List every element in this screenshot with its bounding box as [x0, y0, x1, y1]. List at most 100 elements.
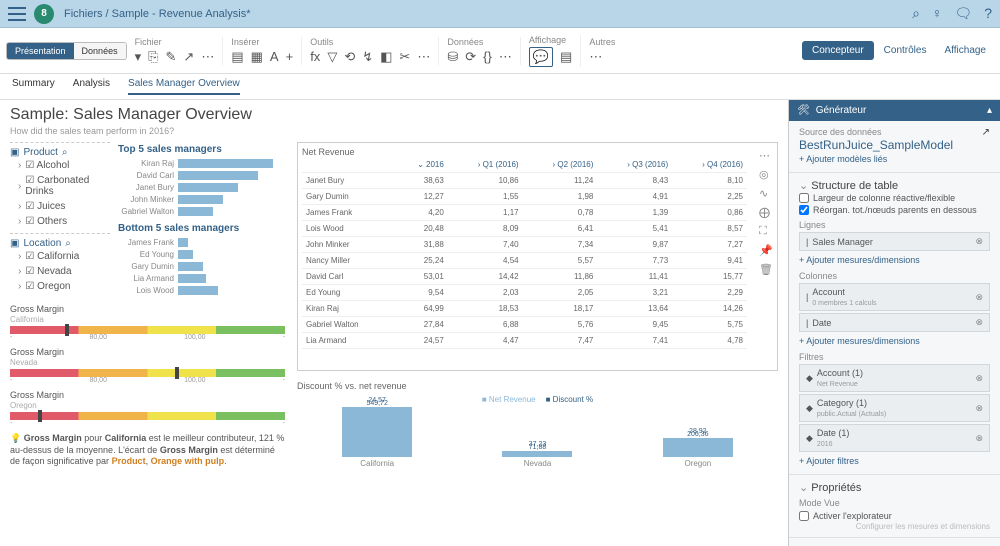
insert-table-icon[interactable]: ▦	[251, 49, 263, 65]
help-icon[interactable]: ?	[984, 5, 992, 22]
affichage-button[interactable]: Affichage	[936, 41, 994, 60]
insert-plus-icon[interactable]: +	[286, 49, 294, 64]
hamburger-icon[interactable]	[8, 7, 26, 21]
table-row[interactable]: Kiran Raj64,9918,5318,1713,6414,26	[302, 301, 747, 317]
pin-icon[interactable]: 📌	[759, 244, 773, 257]
chip-salesmanager[interactable]: | Sales Manager⊗	[799, 232, 990, 251]
announce-icon[interactable]: ♀	[932, 5, 943, 22]
table-row[interactable]: Janet Bury38,6310,8611,248,438,10	[302, 173, 747, 189]
ds-name[interactable]: BestRunJuice_SampleModel	[799, 138, 990, 152]
config-link: Configurer les mesures et dimensions	[799, 522, 990, 531]
add-md-colonnes[interactable]: + Ajouter mesures/dimensions	[799, 334, 990, 348]
chip-f-category[interactable]: ◆ Category (1)public.Actual (Actuals)⊗	[799, 394, 990, 422]
bar-row: Kiran Raj	[118, 157, 285, 169]
facet-product[interactable]: ▣ Product ⌕	[10, 147, 110, 158]
add-md-lignes[interactable]: + Ajouter mesures/dimensions	[799, 253, 990, 267]
target-icon[interactable]: ◎	[759, 168, 773, 181]
controles-button[interactable]: Contrôles	[876, 41, 935, 60]
table-row[interactable]: Ed Young9,542,032,053,212,29	[302, 285, 747, 301]
ribbon-affichage: Affichage	[529, 35, 572, 45]
add-filters[interactable]: + Ajouter filtres	[799, 454, 990, 468]
more-icon[interactable]: ⋯	[201, 49, 214, 65]
data-more-icon[interactable]: ⋯	[499, 49, 512, 65]
gross-margin-bar: Gross MarginOregon--	[10, 390, 285, 427]
comment-icon[interactable]: 💬	[529, 47, 553, 67]
chip-f-date[interactable]: ◆ Date (1)2016⊗	[799, 424, 990, 452]
search-icon[interactable]: ⌕	[912, 5, 920, 22]
tool-icon[interactable]: fx	[310, 49, 320, 64]
facet-location[interactable]: ▣ Location ⌕	[10, 238, 110, 249]
tool5-icon[interactable]: ◧	[380, 49, 392, 65]
avatar[interactable]: 8	[34, 4, 54, 24]
grid-icon[interactable]: ▤	[560, 49, 572, 65]
facet-item[interactable]: ☑ Nevada	[10, 264, 110, 279]
table-row[interactable]: David Carl53,0114,4211,8611,4115,77	[302, 269, 747, 285]
facet-item[interactable]: ☑ Carbonated Drinks	[10, 173, 110, 199]
tab-summary[interactable]: Summary	[12, 78, 55, 95]
panel-collapse-icon[interactable]: ▴	[987, 105, 992, 116]
chip-date[interactable]: | Date⊗	[799, 313, 990, 332]
bottom5-title: Bottom 5 sales managers	[118, 223, 285, 234]
tool2-icon[interactable]: ▽	[327, 49, 337, 65]
sec-props[interactable]: Propriétés	[799, 481, 990, 494]
copy-icon[interactable]: ⎘	[148, 49, 158, 65]
ribbon-inserer: Insérer	[231, 37, 293, 47]
edit-icon[interactable]: ✎	[166, 49, 177, 65]
chk-flex[interactable]	[799, 193, 809, 203]
insert-text-icon[interactable]: A	[270, 49, 279, 64]
ribbon-autres: Autres	[589, 37, 615, 47]
bar-row: John Minker	[118, 193, 285, 205]
sec-structure[interactable]: Structure de table	[799, 179, 990, 192]
sub-mode: Mode Vue	[799, 498, 990, 508]
tab-smo[interactable]: Sales Manager Overview	[128, 78, 240, 95]
more-dots-icon[interactable]: ⋯	[589, 49, 602, 65]
link2-icon[interactable]: ∿	[759, 187, 773, 200]
table-row[interactable]: Gabriel Walton27,846,885,769,455,75	[302, 317, 747, 333]
tool6-icon[interactable]: ✂	[399, 49, 410, 65]
bar-row: Lois Wood	[118, 284, 285, 296]
tool3-icon[interactable]: ⟲	[344, 49, 355, 65]
data-icon[interactable]: ⛁	[447, 49, 458, 65]
tool4-icon[interactable]: ↯	[362, 49, 373, 65]
table-row[interactable]: Lia Armand24,574,477,477,414,78	[302, 333, 747, 349]
chip-f-account[interactable]: ◆ Account (1)Net Revenue⊗	[799, 364, 990, 392]
table-row[interactable]: James Frank4,201,170,781,390,86	[302, 205, 747, 221]
mode-toggle[interactable]: Présentation Données	[6, 42, 127, 60]
remove-icon[interactable]: ⊗	[975, 236, 983, 247]
pill-donnees[interactable]: Données	[74, 43, 126, 59]
share-icon[interactable]: ↗	[183, 49, 194, 65]
chat-icon[interactable]: 🗨	[954, 5, 972, 22]
facet-item[interactable]: ☑ Others	[10, 214, 110, 229]
legend-discount: Discount %	[546, 395, 594, 404]
table-row[interactable]: John Minker31,887,407,349,877,27	[302, 237, 747, 253]
insert-chart-icon[interactable]: ▤	[231, 49, 243, 65]
save-icon[interactable]: ▾	[135, 49, 142, 65]
table-row[interactable]: Gary Dumin12,271,551,984,912,25	[302, 189, 747, 205]
add-models[interactable]: + Ajouter modèles liés	[799, 152, 990, 166]
pill-presentation[interactable]: Présentation	[7, 43, 74, 59]
braces-icon[interactable]: {}	[483, 49, 492, 64]
facet-item[interactable]: ☑ California	[10, 249, 110, 264]
concepteur-button[interactable]: Concepteur	[802, 41, 874, 60]
table-row[interactable]: Lois Wood20,488,096,415,418,57	[302, 221, 747, 237]
facet-item[interactable]: ☑ Alcohol	[10, 158, 110, 173]
fullscreen-icon[interactable]: ⛶	[759, 225, 773, 238]
bar-row: Janet Bury	[118, 181, 285, 193]
compass-icon[interactable]: ⨁	[759, 206, 773, 219]
ribbon-donnees: Données	[447, 37, 512, 47]
chk-reorg[interactable]	[799, 205, 809, 215]
ds-edit-icon[interactable]: ↗	[982, 127, 990, 138]
bar-row: Lia Armand	[118, 272, 285, 284]
chip-account[interactable]: | Account0 membres 1 calculs⊗	[799, 283, 990, 311]
net-revenue-table[interactable]: Net Revenue ⌄ 2016› Q1 (2016)› Q2 (2016)…	[297, 142, 778, 371]
refresh-icon[interactable]: ⟳	[465, 49, 476, 65]
facet-item[interactable]: ☑ Oregon	[10, 279, 110, 294]
facet-item[interactable]: ☑ Juices	[10, 199, 110, 214]
expand-icon[interactable]: ⋯	[759, 149, 773, 162]
trash-icon[interactable]: 🗑	[759, 263, 773, 276]
tab-analysis[interactable]: Analysis	[73, 78, 110, 95]
tool7-icon[interactable]: ⋯	[417, 49, 430, 65]
chart-bar: 549,7224,57California	[342, 400, 412, 468]
table-row[interactable]: Nancy Miller25,244,545,577,739,41	[302, 253, 747, 269]
chk-activer[interactable]	[799, 511, 809, 521]
